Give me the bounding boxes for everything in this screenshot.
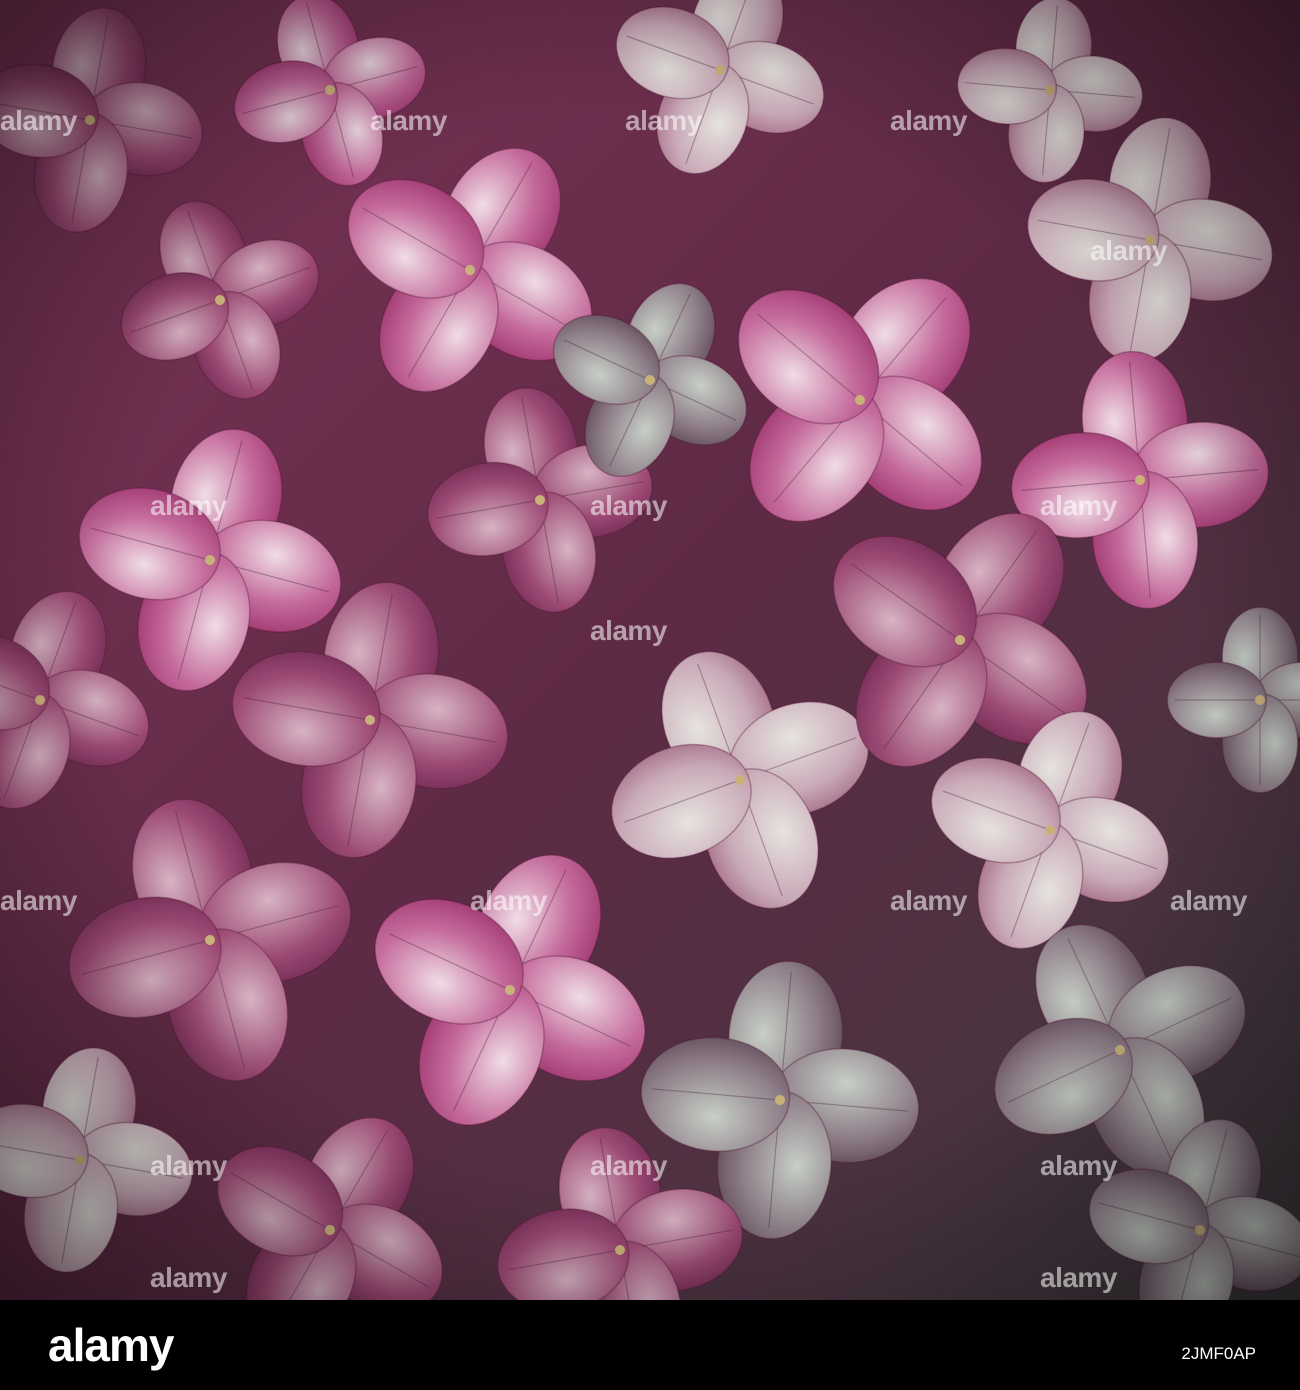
watermark: alamy — [150, 490, 227, 521]
watermark: alamy — [1040, 1262, 1117, 1293]
watermark: alamy — [0, 105, 77, 136]
watermark: alamy — [1090, 235, 1167, 266]
watermark: alamy — [890, 885, 967, 916]
footer-bar: alamy 2JMF0AP — [0, 1300, 1300, 1390]
watermark: alamy — [590, 490, 667, 521]
watermark: alamy — [1040, 1150, 1117, 1181]
watermark: alamy — [150, 1262, 227, 1293]
watermark: alamy — [590, 1150, 667, 1181]
watermark: alamy — [470, 885, 547, 916]
image-id: 2JMF0AP — [1181, 1344, 1256, 1363]
photo: alamy alamy alamy alamy alamy alamy alam… — [0, 0, 1300, 1300]
watermark: alamy — [0, 885, 77, 916]
watermark: alamy — [150, 1150, 227, 1181]
hydrangea-illustration — [0, 0, 1300, 1300]
watermark: alamy — [590, 615, 667, 646]
watermark: alamy — [370, 105, 447, 136]
watermark: alamy — [625, 105, 702, 136]
alamy-logo[interactable]: alamy — [48, 1318, 174, 1372]
watermark: alamy — [890, 105, 967, 136]
watermark: alamy — [1170, 885, 1247, 916]
watermark: alamy — [1040, 490, 1117, 521]
